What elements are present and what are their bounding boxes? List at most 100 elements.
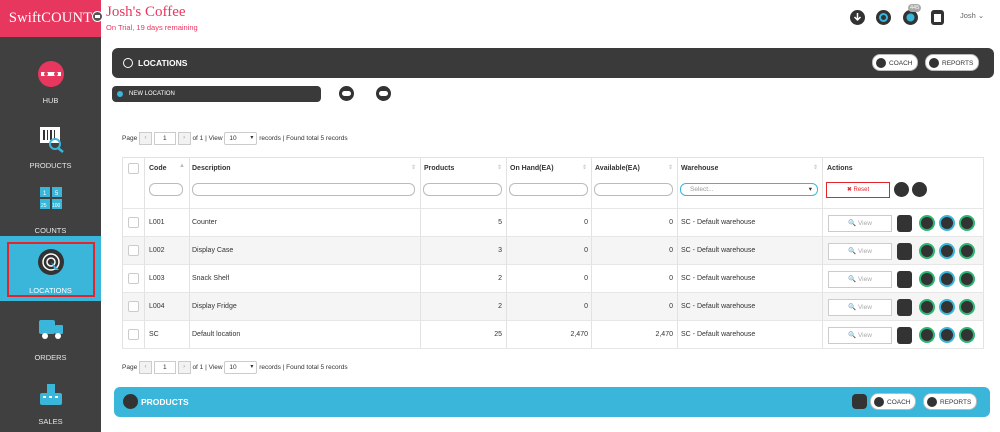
filter-products-input[interactable] <box>423 183 502 196</box>
upload-icon[interactable] <box>959 215 975 231</box>
sidebar-item-label: SALES <box>38 417 63 426</box>
column-header-products[interactable]: Products <box>424 158 454 178</box>
sidebar-item-counts[interactable]: 15 25 100 COUNTS <box>0 178 101 241</box>
user-menu[interactable]: Josh ⌄ <box>960 11 984 20</box>
row-checkbox[interactable] <box>128 245 139 256</box>
table-row: L002 Display Case 3 0 0 SC - Default war… <box>122 237 984 265</box>
row-checkbox[interactable] <box>128 217 139 228</box>
camera-icon[interactable] <box>852 394 867 409</box>
table-row: SC Default location 25 2,470 2,470 SC - … <box>122 321 984 349</box>
pagination-top: Page ‹ 1 › of 1 | View 10 records | Foun… <box>122 132 348 146</box>
cell-code: SC <box>149 331 159 338</box>
cell-code: L003 <box>149 275 165 282</box>
cloud-upload-icon[interactable] <box>339 86 354 101</box>
pagination-bottom: Page ‹ 1 › of 1 | View 10 records | Foun… <box>122 361 348 375</box>
sync-icon[interactable] <box>939 327 955 343</box>
download-icon[interactable] <box>919 271 935 287</box>
sort-icon[interactable]: ⇕ <box>497 164 502 171</box>
column-header-code[interactable]: Code <box>149 158 167 178</box>
new-location-button[interactable]: NEW LOCATION <box>112 86 321 102</box>
export-icon[interactable] <box>894 182 909 197</box>
copy-icon[interactable] <box>897 299 912 316</box>
sort-icon[interactable]: ⇕ <box>411 164 416 171</box>
prev-page-button[interactable]: ‹ <box>139 132 152 145</box>
view-button[interactable]: 🔍 View <box>828 271 892 288</box>
download-icon[interactable] <box>919 327 935 343</box>
row-checkbox[interactable] <box>128 329 139 340</box>
sidebar-item-locations[interactable]: LOCATIONS <box>0 236 101 301</box>
sync-icon[interactable] <box>939 271 955 287</box>
truck-icon <box>38 320 63 339</box>
cell-on-hand: 0 <box>584 247 588 254</box>
sidebar-toggle-button[interactable] <box>92 11 103 22</box>
row-checkbox[interactable] <box>128 273 139 284</box>
download-icon[interactable] <box>919 299 935 315</box>
filter-warehouse-select[interactable]: Select... <box>680 183 818 196</box>
copy-icon[interactable] <box>897 327 912 344</box>
next-page-button[interactable]: › <box>177 132 191 145</box>
cloud-download-icon[interactable] <box>376 86 391 101</box>
filter-description-input[interactable] <box>192 183 415 196</box>
copy-icon[interactable] <box>897 271 912 288</box>
view-button[interactable]: 🔍 View <box>828 327 892 344</box>
filter-available-input[interactable] <box>594 183 673 196</box>
products-panel-header[interactable]: PRODUCTS COACH REPORTS <box>114 387 990 417</box>
cell-code: L002 <box>149 247 165 254</box>
cell-available: 0 <box>669 219 673 226</box>
clipboard-icon[interactable] <box>931 10 944 25</box>
filter-code-input[interactable] <box>149 183 183 196</box>
copy-icon[interactable] <box>897 215 912 232</box>
sidebar-item-orders[interactable]: ORDERS <box>0 305 101 368</box>
reports-icon <box>927 397 937 407</box>
download-icon[interactable] <box>850 10 865 25</box>
sidebar-item-hub[interactable]: HUB <box>0 48 101 111</box>
column-header-available[interactable]: Available(EA) <box>595 158 640 178</box>
sidebar-item-label: HUB <box>42 96 59 105</box>
download-icon[interactable] <box>919 243 935 259</box>
upload-icon[interactable] <box>959 327 975 343</box>
sync-icon[interactable] <box>939 299 955 315</box>
reset-filters-button[interactable]: ✖ Reset <box>826 182 890 198</box>
page-number-input[interactable]: 1 <box>153 132 176 145</box>
view-button[interactable]: 🔍 View <box>828 299 892 316</box>
select-all-checkbox[interactable] <box>128 162 139 174</box>
upload-icon[interactable] <box>959 299 975 315</box>
sync-icon[interactable] <box>939 215 955 231</box>
upload-icon[interactable] <box>959 271 975 287</box>
sort-icon[interactable]: ⇕ <box>582 164 587 171</box>
coach-icon <box>876 58 886 68</box>
reports-button[interactable]: REPORTS <box>925 54 980 71</box>
filter-on-hand-input[interactable] <box>509 183 588 196</box>
sort-icon[interactable]: ⇕ <box>813 164 818 171</box>
sync-icon[interactable] <box>939 243 955 259</box>
hub-icon <box>37 61 64 87</box>
sort-icon[interactable]: ⇕ <box>668 164 673 171</box>
settings-gear-icon[interactable] <box>876 10 891 25</box>
download-icon[interactable] <box>919 215 935 231</box>
tag-icon[interactable] <box>912 182 927 197</box>
coach-icon <box>874 397 884 407</box>
column-header-warehouse[interactable]: Warehouse <box>681 158 718 178</box>
view-button[interactable]: 🔍 View <box>828 215 892 232</box>
cell-available: 0 <box>669 303 673 310</box>
page-size-select[interactable]: 10 <box>224 361 258 374</box>
coach-button[interactable]: COACH <box>872 54 919 71</box>
next-page-button[interactable]: › <box>177 361 191 374</box>
prev-page-button[interactable]: ‹ <box>139 361 152 374</box>
column-header-description[interactable]: Description <box>192 158 231 178</box>
row-checkbox[interactable] <box>128 301 139 312</box>
cell-available: 0 <box>669 275 673 282</box>
sort-asc-icon[interactable]: ▲ <box>179 163 185 169</box>
notifications-bell-icon[interactable] <box>903 10 918 25</box>
reports-icon <box>929 58 939 68</box>
column-header-on-hand[interactable]: On Hand(EA) <box>510 158 554 178</box>
page-number-input[interactable]: 1 <box>153 361 176 374</box>
view-button[interactable]: 🔍 View <box>828 243 892 260</box>
coach-button[interactable]: COACH <box>870 393 917 410</box>
page-size-select[interactable]: 10 <box>224 132 258 145</box>
sidebar-item-products[interactable]: PRODUCTS <box>0 113 101 176</box>
upload-icon[interactable] <box>959 243 975 259</box>
copy-icon[interactable] <box>897 243 912 260</box>
reports-button[interactable]: REPORTS <box>923 393 978 410</box>
sidebar-item-sales[interactable]: SALES <box>0 369 101 432</box>
